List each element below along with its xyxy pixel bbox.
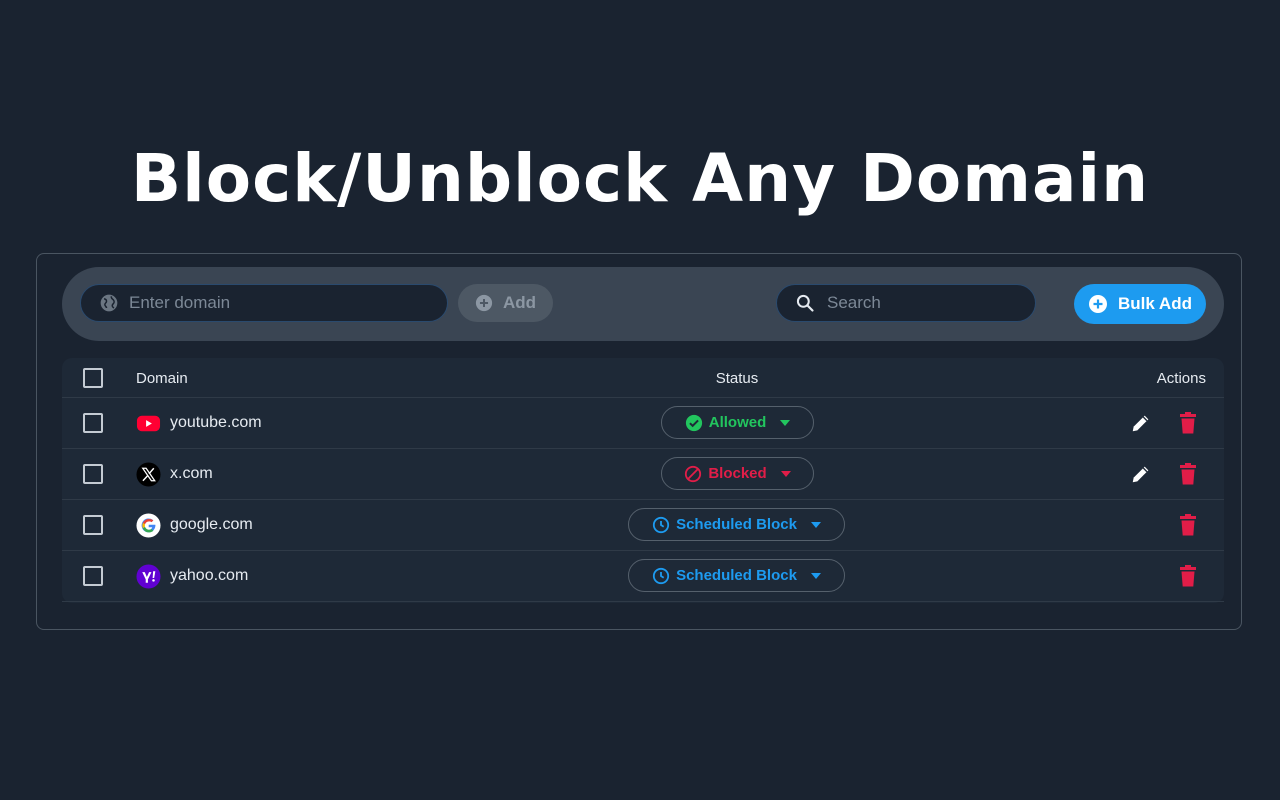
search-icon bbox=[796, 294, 814, 312]
edit-icon[interactable] bbox=[1130, 463, 1152, 485]
status-dropdown[interactable]: Scheduled Block bbox=[628, 508, 845, 541]
domain-table: Domain Status Actions youtube.com Allowe… bbox=[62, 358, 1224, 603]
domain-name: youtube.com bbox=[170, 414, 262, 431]
column-header-actions: Actions bbox=[1156, 370, 1206, 387]
select-all-checkbox[interactable] bbox=[83, 368, 103, 388]
status-label: Allowed bbox=[708, 414, 767, 431]
search-container bbox=[776, 284, 1036, 322]
table-header: Domain Status Actions bbox=[62, 358, 1224, 398]
trash-icon[interactable] bbox=[1177, 564, 1199, 588]
status-label: Scheduled Block bbox=[676, 516, 797, 533]
chevron-down-icon bbox=[810, 572, 821, 579]
plus-circle-icon bbox=[475, 294, 493, 312]
plus-circle-icon bbox=[1089, 295, 1107, 313]
table-row: google.com Scheduled Block bbox=[62, 500, 1224, 551]
status-dropdown[interactable]: Blocked bbox=[661, 457, 814, 490]
column-header-status: Status bbox=[715, 370, 759, 387]
add-button-label: Add bbox=[502, 293, 537, 312]
toolbar: Add Bulk Add bbox=[62, 267, 1224, 341]
x-icon bbox=[136, 462, 161, 487]
row-checkbox[interactable] bbox=[83, 413, 103, 433]
row-checkbox[interactable] bbox=[83, 566, 103, 586]
trash-icon[interactable] bbox=[1177, 411, 1199, 435]
chevron-down-icon bbox=[780, 419, 791, 426]
add-button[interactable]: Add bbox=[458, 284, 553, 322]
yahoo-icon bbox=[136, 564, 161, 589]
status-dropdown[interactable]: Scheduled Block bbox=[628, 559, 845, 592]
block-icon bbox=[685, 465, 702, 482]
youtube-icon bbox=[136, 415, 161, 432]
check-circle-icon bbox=[685, 414, 702, 431]
bulk-add-button[interactable]: Bulk Add bbox=[1074, 284, 1206, 324]
trash-icon[interactable] bbox=[1177, 462, 1199, 486]
status-label: Scheduled Block bbox=[676, 567, 797, 584]
google-icon bbox=[136, 513, 161, 538]
status-dropdown[interactable]: Allowed bbox=[661, 406, 814, 439]
domain-input-container bbox=[80, 284, 448, 322]
edit-icon[interactable] bbox=[1130, 412, 1152, 434]
domain-input[interactable] bbox=[129, 293, 447, 313]
page-title: Block/Unblock Any Domain bbox=[130, 140, 1150, 217]
table-row: yahoo.com Scheduled Block bbox=[62, 551, 1224, 602]
chevron-down-icon bbox=[810, 521, 821, 528]
table-row: youtube.com Allowed bbox=[62, 398, 1224, 449]
globe-icon bbox=[100, 294, 118, 312]
trash-icon[interactable] bbox=[1177, 513, 1199, 537]
search-input[interactable] bbox=[827, 293, 1035, 313]
row-checkbox[interactable] bbox=[83, 515, 103, 535]
column-header-domain: Domain bbox=[136, 370, 188, 387]
clock-icon bbox=[652, 516, 670, 533]
table-row: x.com Blocked bbox=[62, 449, 1224, 500]
bulk-add-label: Bulk Add bbox=[1118, 294, 1192, 313]
domain-name: google.com bbox=[170, 516, 253, 533]
row-checkbox[interactable] bbox=[83, 464, 103, 484]
domain-name: yahoo.com bbox=[170, 567, 249, 584]
chevron-down-icon bbox=[780, 470, 791, 477]
clock-icon bbox=[652, 567, 670, 584]
column-header-status-wrap: Status bbox=[62, 370, 1280, 387]
domain-name: x.com bbox=[170, 465, 213, 482]
status-label: Blocked bbox=[708, 465, 767, 482]
